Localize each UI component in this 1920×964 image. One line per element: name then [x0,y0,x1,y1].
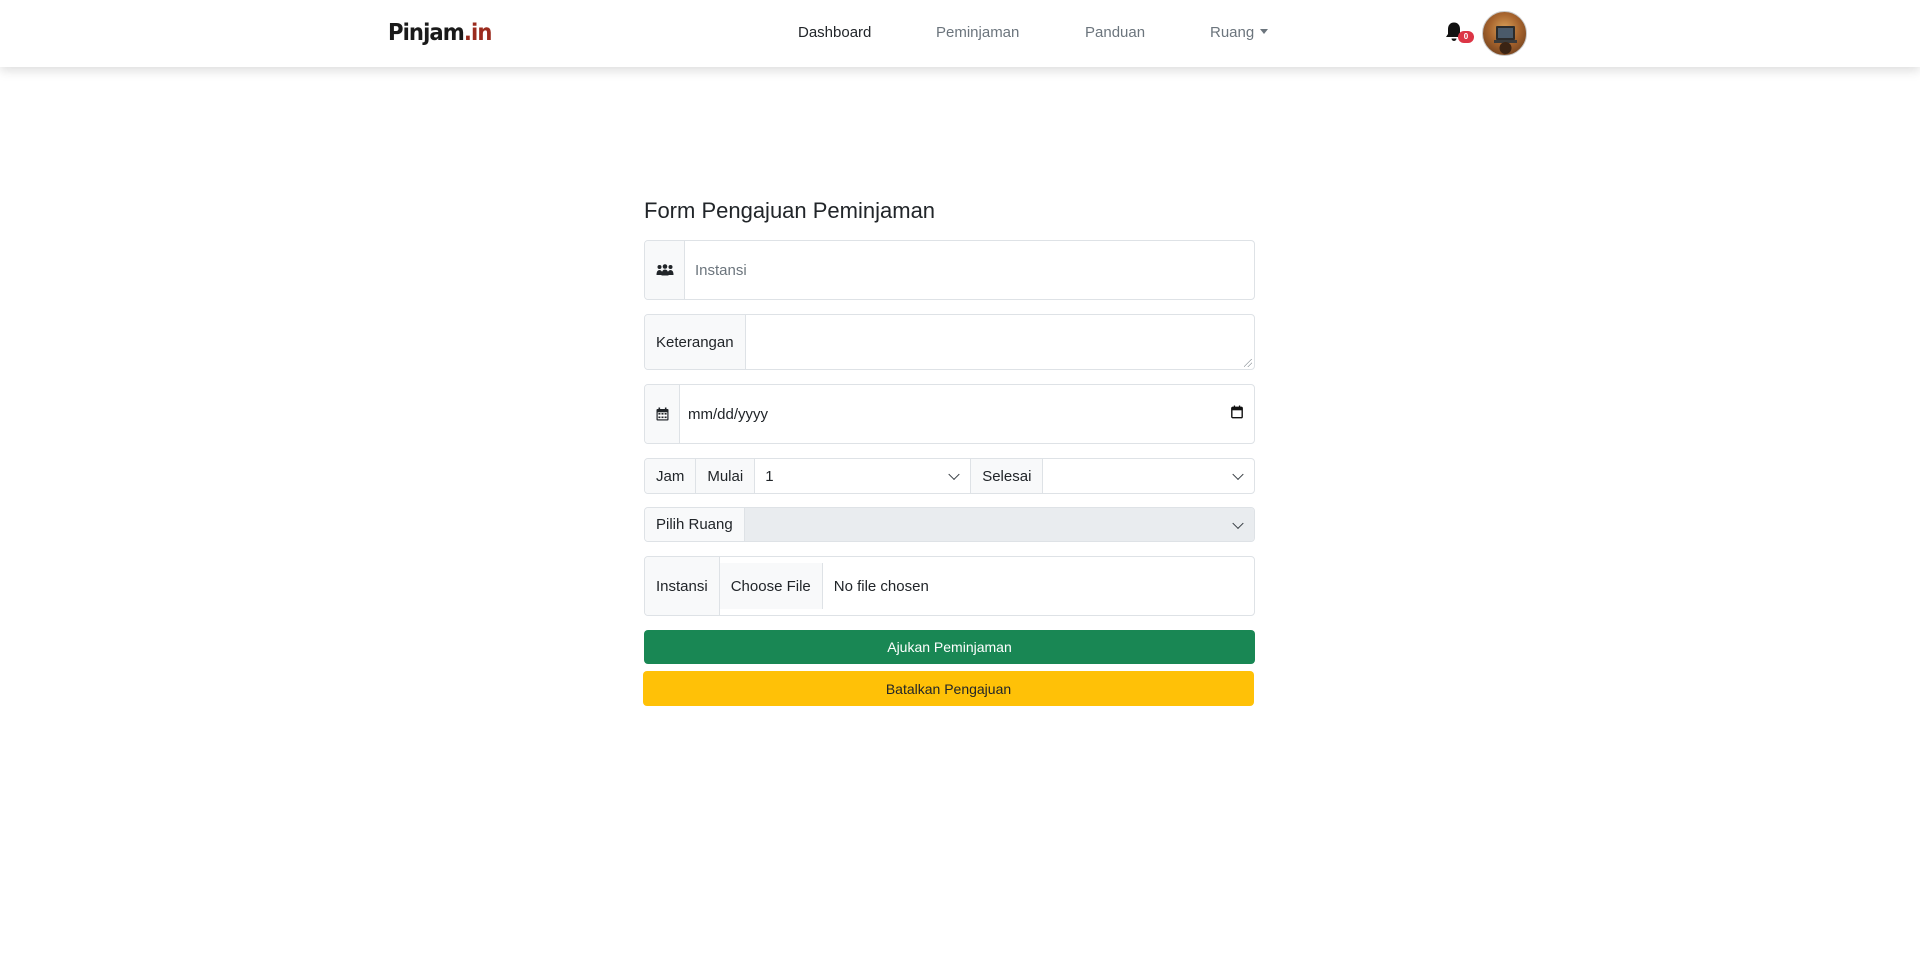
batalkan-button[interactable]: Batalkan Pengajuan [643,671,1254,706]
selesai-select[interactable] [1043,459,1254,493]
brand-name: Pinjam [388,20,465,46]
instansi-group: Instansi [644,240,1255,300]
ruang-select[interactable] [744,508,1254,541]
nav-ruang-dropdown[interactable]: Ruang [1210,22,1269,44]
brand-logo[interactable]: Pinjam.in [388,16,492,50]
nav-dashboard[interactable]: Dashboard [798,22,871,44]
notification-badge: 0 [1458,31,1474,43]
selesai-label: Selesai [971,459,1044,493]
date-input[interactable]: mm/dd/yyyy [680,385,1254,443]
keterangan-textarea[interactable] [746,315,1254,369]
nav-peminjaman[interactable]: Peminjaman [936,22,1019,44]
nav-panduan[interactable]: Panduan [1085,22,1145,44]
file-input[interactable]: Choose File No file chosen [719,557,1254,615]
mulai-label: Mulai [696,459,756,493]
nav-ruang-label: Ruang [1210,24,1255,41]
ajukan-button[interactable]: Ajukan Peminjaman [644,630,1255,664]
ruang-label: Pilih Ruang [645,508,745,541]
jam-group: Jam Mulai 1 Selesai [644,458,1255,494]
file-group: Instansi Choose File No file chosen [644,556,1255,616]
top-navbar: Pinjam.in Dashboard Peminjaman Panduan R… [0,0,1920,67]
choose-file-button[interactable]: Choose File [719,563,823,609]
ruang-group: Pilih Ruang [644,507,1255,542]
file-label: Instansi [645,557,720,615]
instansi-placeholder: Instansi [695,261,747,279]
chevron-down-icon [1232,468,1244,481]
file-status: No file chosen [833,577,929,595]
date-placeholder: mm/dd/yyyy [688,405,769,423]
chevron-down-icon [948,468,960,481]
form-title: Form Pengajuan Peminjaman [644,198,936,223]
keterangan-group: Keterangan [644,314,1255,370]
users-icon [645,241,685,299]
instansi-input[interactable]: Instansi [685,241,1254,299]
user-avatar[interactable] [1482,11,1527,56]
calendar-picker-icon[interactable] [1231,405,1243,423]
keterangan-label: Keterangan [645,315,746,369]
mulai-value: 1 [765,467,774,485]
resize-grip-icon[interactable] [1244,359,1252,367]
mulai-select[interactable]: 1 [755,459,972,493]
chevron-down-icon [1232,517,1244,529]
tanggal-group: mm/dd/yyyy [644,384,1255,444]
calendar-icon [645,385,680,443]
brand-suffix: .in [463,20,493,46]
jam-label: Jam [645,459,697,493]
caret-down-icon [1260,29,1269,34]
